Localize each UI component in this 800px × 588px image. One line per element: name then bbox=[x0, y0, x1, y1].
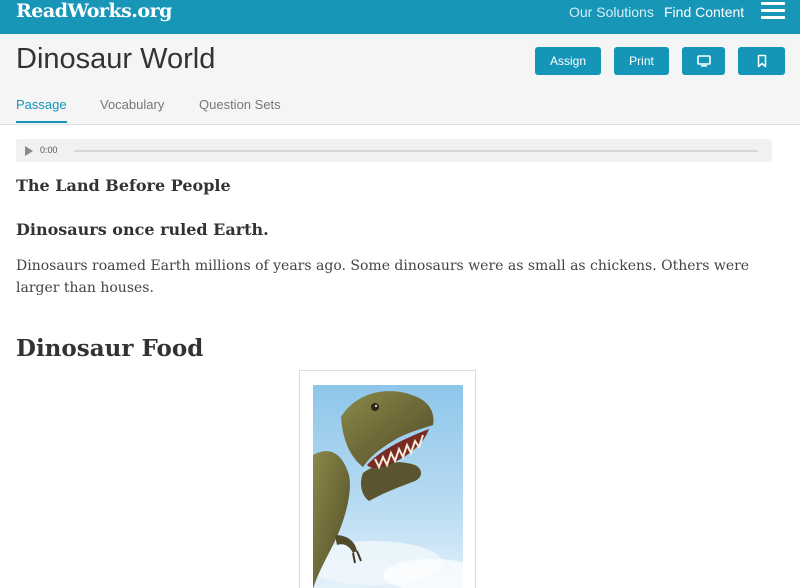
menu-bar bbox=[761, 16, 785, 19]
bookmark-button[interactable] bbox=[738, 47, 785, 75]
assign-button[interactable]: Assign bbox=[535, 47, 601, 75]
hamburger-menu-icon[interactable] bbox=[761, 2, 785, 20]
audio-time: 0:00 bbox=[40, 145, 58, 155]
active-tab-indicator bbox=[16, 121, 67, 123]
menu-bar bbox=[761, 9, 785, 12]
section-title: The Land Before People bbox=[16, 176, 231, 195]
audio-player: 0:00 bbox=[16, 139, 772, 162]
monitor-icon bbox=[696, 55, 711, 67]
bookmark-icon bbox=[757, 54, 766, 68]
audio-progress-track[interactable] bbox=[74, 150, 758, 152]
print-button[interactable]: Print bbox=[614, 47, 669, 75]
tab-question-sets[interactable]: Question Sets bbox=[199, 97, 281, 113]
nav-find-content-link[interactable]: Find Content bbox=[664, 4, 744, 20]
page-title: Dinosaur World bbox=[16, 43, 216, 75]
tab-passage[interactable]: Passage bbox=[16, 97, 67, 113]
passage-paragraph: Dinosaurs roamed Earth millions of years… bbox=[16, 258, 750, 296]
passage-subheading: Dinosaurs once ruled Earth. bbox=[16, 220, 269, 239]
dinosaur-image bbox=[313, 385, 463, 588]
present-button[interactable] bbox=[682, 47, 725, 75]
nav-our-solutions-link[interactable]: Our Solutions bbox=[569, 4, 654, 20]
menu-bar bbox=[761, 2, 785, 5]
top-navigation-bar: ReadWorks.org Our Solutions Find Content bbox=[0, 0, 800, 34]
tab-vocabulary[interactable]: Vocabulary bbox=[100, 97, 164, 113]
passage-image-frame bbox=[299, 370, 476, 588]
passage-header: Dinosaur World Assign Print Passage Voca… bbox=[0, 34, 800, 125]
readworks-logo[interactable]: ReadWorks.org bbox=[16, 0, 172, 23]
dinosaur-food-heading: Dinosaur Food bbox=[16, 335, 204, 362]
play-icon[interactable] bbox=[25, 146, 33, 156]
